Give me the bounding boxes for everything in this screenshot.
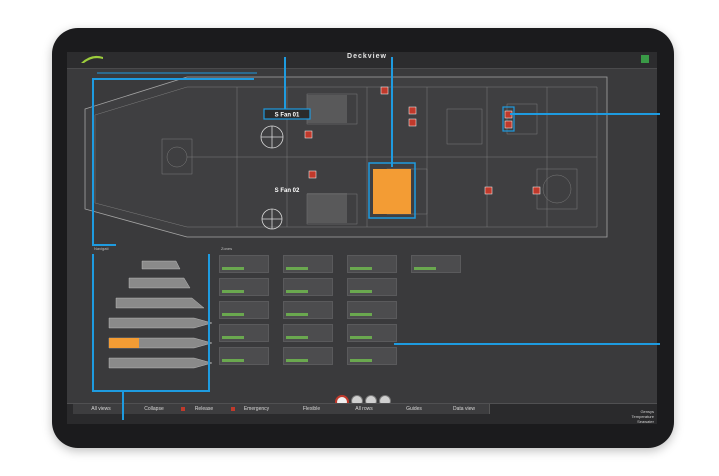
zone-tile[interactable] bbox=[347, 347, 397, 365]
callout-line bbox=[284, 57, 286, 109]
deck-plan: S Fan 01 S Fan 02 bbox=[84, 72, 608, 238]
zone-level-bar bbox=[414, 267, 436, 270]
environment-readout: Gensys Temperature Seawater bbox=[610, 409, 654, 424]
zone-tile[interactable] bbox=[219, 255, 269, 273]
tab-label: All rows bbox=[355, 406, 373, 412]
navigation-label: Navigati bbox=[94, 246, 109, 251]
zone-grid bbox=[219, 255, 461, 375]
alarm-marker[interactable] bbox=[308, 170, 317, 179]
tab-label: Emergency bbox=[243, 406, 270, 412]
zone-tile[interactable] bbox=[347, 324, 397, 342]
callout-line bbox=[394, 343, 660, 345]
tab-release[interactable]: Release bbox=[179, 404, 230, 414]
zone-level-bar bbox=[286, 313, 308, 316]
app-screen: Deckview S Fan 01 S Fan 02 Navigati Zone… bbox=[67, 52, 657, 424]
zone-level-bar bbox=[350, 313, 372, 316]
callout-line bbox=[510, 113, 660, 115]
tab-guides[interactable]: Guides bbox=[389, 404, 440, 414]
deck-thumbnail-selected[interactable] bbox=[104, 335, 214, 351]
zones-label: Zones bbox=[221, 246, 233, 251]
zone-level-bar bbox=[222, 267, 244, 270]
zone-level-bar bbox=[222, 313, 244, 316]
deck-navigator bbox=[94, 255, 214, 395]
zone-tile[interactable] bbox=[411, 255, 461, 273]
zone-tile[interactable] bbox=[219, 278, 269, 296]
zone-level-bar bbox=[222, 290, 244, 293]
zone-tile[interactable] bbox=[219, 347, 269, 365]
tab-data-view[interactable]: Data view bbox=[439, 404, 490, 414]
alarm-marker[interactable] bbox=[484, 186, 493, 195]
zone-tile[interactable] bbox=[219, 324, 269, 342]
deck-thumbnail[interactable] bbox=[104, 315, 214, 331]
tab-flexible[interactable]: Flexible bbox=[284, 404, 340, 414]
deck-thumbnail[interactable] bbox=[104, 275, 214, 291]
zone-tile[interactable] bbox=[347, 278, 397, 296]
zone-level-bar bbox=[286, 290, 308, 293]
alarm-marker[interactable] bbox=[408, 118, 417, 127]
zone-tile[interactable] bbox=[283, 255, 333, 273]
tab-label: Flexible bbox=[302, 406, 321, 412]
company-logo bbox=[81, 55, 103, 63]
callout-line bbox=[92, 244, 116, 246]
deck-thumbnail[interactable] bbox=[104, 295, 214, 311]
zone-tile[interactable] bbox=[347, 255, 397, 273]
zone-tile[interactable] bbox=[219, 301, 269, 319]
tab-label: Guides bbox=[406, 406, 422, 412]
zone-tile[interactable] bbox=[347, 301, 397, 319]
zone-level-bar bbox=[286, 359, 308, 362]
callout-line bbox=[208, 254, 210, 390]
page-title: Deckview bbox=[347, 53, 387, 60]
deck-thumbnail[interactable] bbox=[104, 257, 214, 273]
readout-line: Seawater bbox=[637, 419, 654, 424]
zone-level-bar bbox=[222, 336, 244, 339]
tab-emergency[interactable]: Emergency bbox=[229, 404, 285, 414]
fan-2-label[interactable]: S Fan 02 bbox=[275, 188, 300, 194]
top-bar: Deckview bbox=[67, 52, 657, 69]
alarm-icon bbox=[231, 407, 235, 411]
tab-label: Collapse bbox=[144, 406, 164, 412]
alarm-marker[interactable] bbox=[532, 186, 541, 195]
tab-label: Data view bbox=[453, 406, 475, 412]
alarm-marker[interactable] bbox=[380, 86, 389, 95]
zone-tile[interactable] bbox=[283, 324, 333, 342]
tab-all-rows[interactable]: All rows bbox=[339, 404, 390, 414]
alarm-marker[interactable] bbox=[408, 106, 417, 115]
zone-level-bar bbox=[350, 290, 372, 293]
zone-level-bar bbox=[222, 359, 244, 362]
alarm-marker[interactable] bbox=[304, 130, 313, 139]
tab-label: All views bbox=[91, 406, 111, 412]
tab-collapse[interactable]: Collapse bbox=[129, 404, 180, 414]
zone-tile[interactable] bbox=[283, 278, 333, 296]
alarm-icon bbox=[181, 407, 185, 411]
callout-line bbox=[92, 78, 94, 246]
callout-line bbox=[92, 78, 254, 80]
callout-line bbox=[122, 390, 124, 420]
zone-tile[interactable] bbox=[283, 301, 333, 319]
status-indicator[interactable] bbox=[641, 55, 649, 63]
zone-level-bar bbox=[350, 359, 372, 362]
alarm-marker[interactable] bbox=[504, 120, 513, 129]
callout-line bbox=[391, 57, 393, 167]
callout-line bbox=[92, 390, 210, 392]
zone-level-bar bbox=[350, 336, 372, 339]
zone-level-bar bbox=[286, 267, 308, 270]
fan-1-label[interactable]: S Fan 01 bbox=[275, 113, 300, 119]
zone-tile[interactable] bbox=[283, 347, 333, 365]
deck-thumbnail[interactable] bbox=[104, 355, 214, 371]
callout-line bbox=[92, 254, 94, 390]
zone-level-bar bbox=[350, 267, 372, 270]
tab-label: Release bbox=[194, 406, 214, 412]
zone-level-bar bbox=[286, 336, 308, 339]
